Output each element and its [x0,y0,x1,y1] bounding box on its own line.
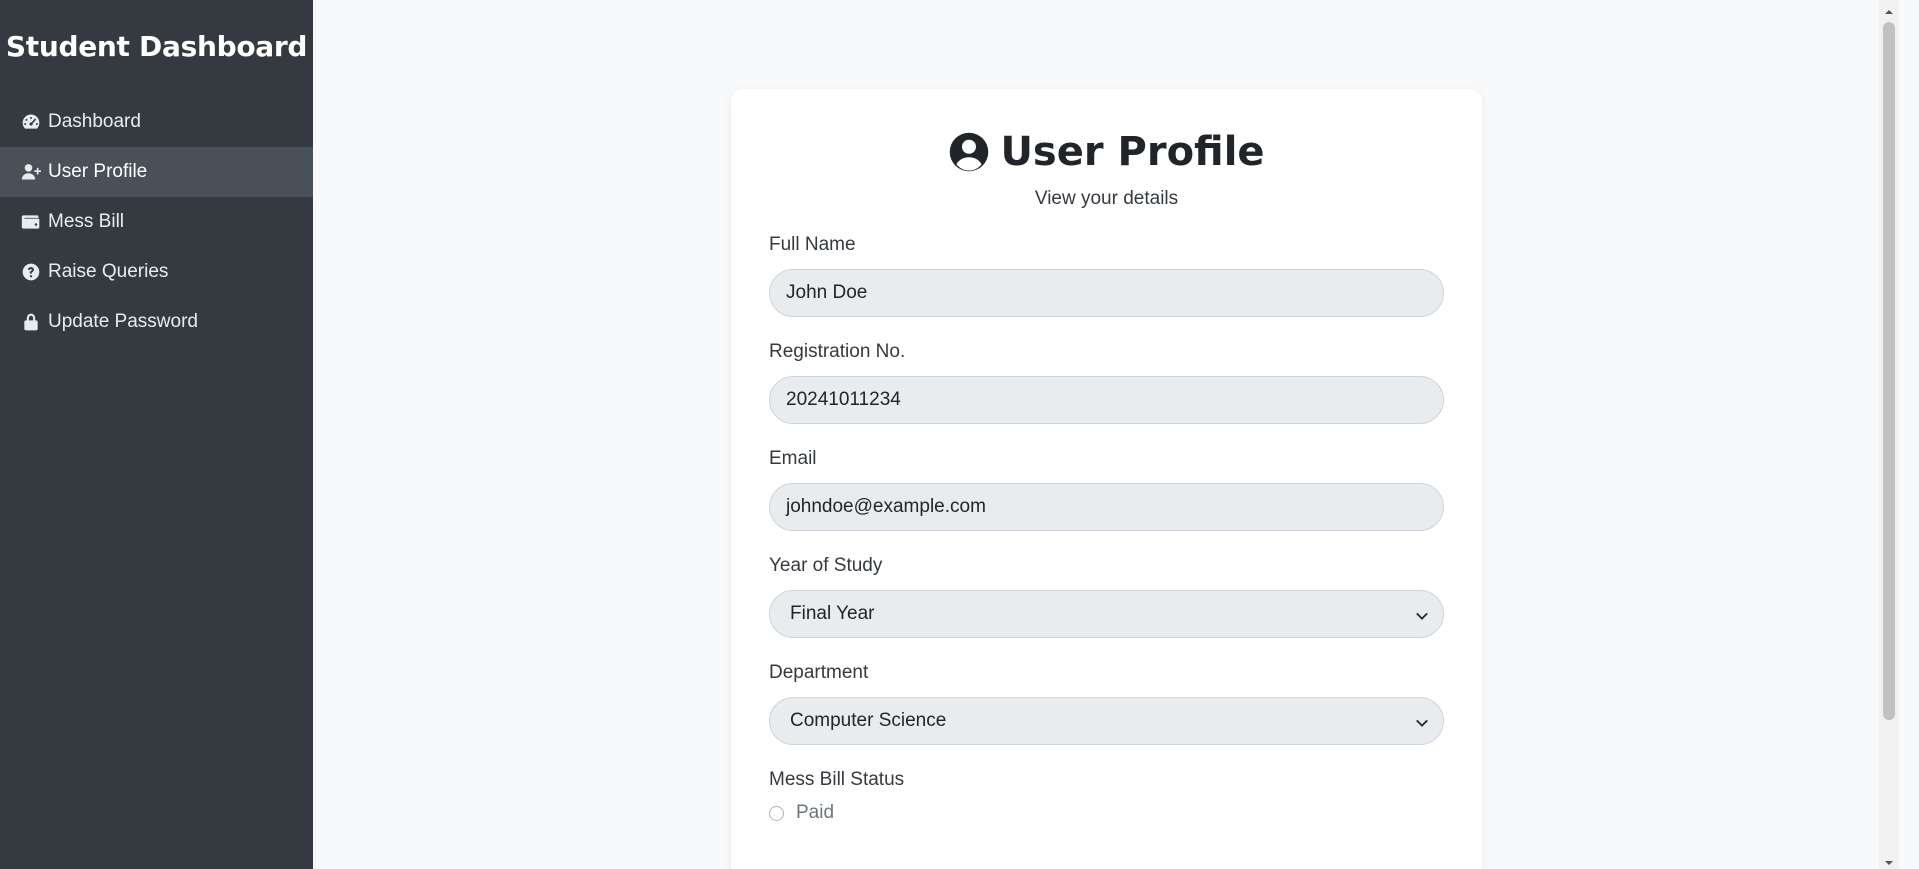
sidebar-item-dashboard[interactable]: Dashboard [0,97,313,147]
year-label: Year of Study [769,555,883,576]
sidebar-title: Student Dashboard [5,30,308,63]
full-name-field[interactable]: John Doe [769,269,1444,317]
email-group: Email johndoe@example.com [769,448,1444,531]
email-label: Email [769,448,817,469]
scroll-up-icon[interactable] [1884,4,1894,14]
department-label: Department [769,662,869,683]
sidebar-item-update-password[interactable]: Update Password [0,297,313,347]
mess-bill-label: Mess Bill Status [769,769,905,790]
radio-paid[interactable]: Paid [769,802,1444,824]
radio-paid-label: Paid [796,802,835,823]
sidebar-item-label: Mess Bill [48,211,125,232]
question-circle-icon [20,261,42,283]
chevron-down-icon [1415,714,1429,728]
sidebar-item-raise-queries[interactable]: Raise Queries [0,247,313,297]
department-select-value: Computer Science [790,710,947,731]
department-group: Department Computer Science [769,662,1444,745]
scrollbar[interactable] [1879,0,1899,869]
lock-icon [20,311,42,333]
main-content: User Profile View your details Full Name… [313,0,1899,869]
radio-button[interactable] [769,805,784,821]
department-select[interactable]: Computer Science [769,697,1444,745]
registration-group: Registration No. 20241011234 [769,341,1444,424]
scroll-down-icon[interactable] [1884,855,1894,865]
user-circle-icon [948,131,990,173]
year-select[interactable]: Final Year [769,590,1444,638]
user-plus-icon [20,161,42,183]
registration-label: Registration No. [769,341,906,362]
sidebar: Student Dashboard Dashboard User Profile… [0,0,313,869]
scrollbar-thumb[interactable] [1883,22,1895,720]
page-subtitle: View your details [1034,188,1179,209]
email-field[interactable]: johndoe@example.com [769,483,1444,531]
year-group: Year of Study Final Year [769,555,1444,638]
app-layout: Student Dashboard Dashboard User Profile… [0,0,1919,869]
page-title: User Profile [948,129,1265,175]
sidebar-item-label: Dashboard [48,111,141,132]
profile-card: User Profile View your details Full Name… [731,89,1482,869]
sidebar-item-user-profile[interactable]: User Profile [0,147,313,197]
sidebar-item-label: Update Password [48,311,198,332]
sidebar-item-mess-bill[interactable]: Mess Bill [0,197,313,247]
year-select-value: Final Year [790,603,875,624]
full-name-group: Full Name John Doe [769,234,1444,317]
profile-header: User Profile View your details [769,89,1444,210]
registration-field[interactable]: 20241011234 [769,376,1444,424]
wallet-icon [20,211,42,233]
page-title-text: User Profile [1000,129,1265,175]
gauge-icon [20,111,42,133]
sidebar-item-label: Raise Queries [48,261,169,282]
sidebar-item-label: User Profile [48,161,148,182]
chevron-down-icon [1415,607,1429,621]
full-name-label: Full Name [769,234,856,255]
mess-bill-group: Mess Bill Status Paid [769,769,1444,824]
